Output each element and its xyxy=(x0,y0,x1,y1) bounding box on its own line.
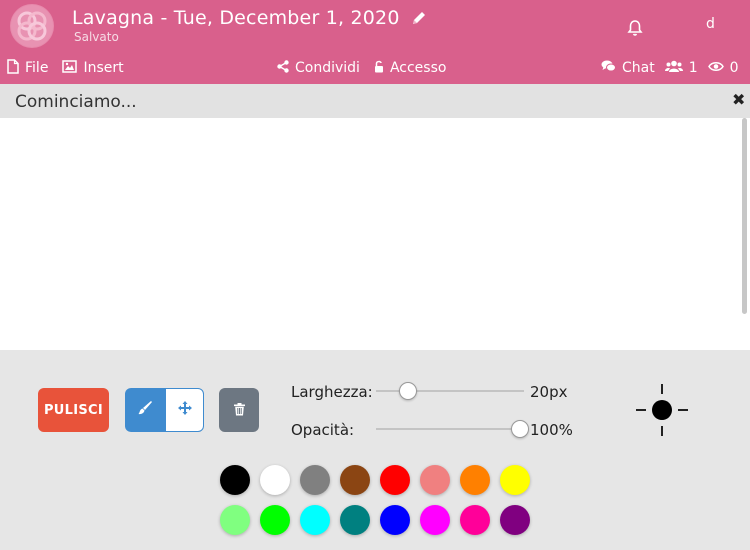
lock-open-icon xyxy=(374,60,384,77)
users-icon xyxy=(664,60,683,77)
chat-button[interactable]: Chat xyxy=(601,60,655,76)
logo-icon xyxy=(10,4,54,48)
color-swatch[interactable] xyxy=(460,465,490,495)
share-icon xyxy=(277,59,289,77)
pencil-icon[interactable] xyxy=(410,9,428,27)
viewers-button[interactable]: 0 xyxy=(707,60,739,76)
file-menu[interactable]: File xyxy=(7,58,49,78)
color-swatch[interactable] xyxy=(380,505,410,535)
top-bar: Lavagna - Tue, December 1, 2020 Salvato … xyxy=(0,0,750,84)
canvas-scrollbar[interactable] xyxy=(742,118,747,314)
move-tool-button[interactable] xyxy=(165,388,204,432)
opacity-slider[interactable] xyxy=(376,428,524,430)
clear-button[interactable]: PULISCI xyxy=(38,388,109,432)
insert-menu-label: Insert xyxy=(83,60,124,76)
chat-label: Chat xyxy=(622,60,655,76)
users-count: 1 xyxy=(688,60,698,76)
users-button[interactable]: 1 xyxy=(664,60,698,77)
color-swatch[interactable] xyxy=(420,505,450,535)
delete-button[interactable] xyxy=(219,388,259,432)
file-icon xyxy=(7,58,19,78)
close-icon[interactable]: ✖ xyxy=(732,90,745,109)
board-title: Cominciamo... xyxy=(15,92,137,112)
brush-icon xyxy=(137,400,153,420)
color-swatch[interactable] xyxy=(220,465,250,495)
viewers-count: 0 xyxy=(729,60,739,76)
file-menu-label: File xyxy=(25,60,49,76)
color-swatch[interactable] xyxy=(260,505,290,535)
share-label: Condividi xyxy=(295,60,360,76)
menu-right: Chat 1 0 xyxy=(601,58,749,78)
chat-icon xyxy=(601,60,616,76)
color-swatch[interactable] xyxy=(460,505,490,535)
share-button[interactable]: Condividi xyxy=(277,59,360,77)
tools-panel xyxy=(0,350,750,550)
move-icon xyxy=(177,400,193,420)
crosshair-icon xyxy=(636,384,688,436)
opacity-slider-thumb[interactable] xyxy=(511,420,529,438)
eye-icon xyxy=(707,60,724,76)
color-swatch[interactable] xyxy=(300,505,330,535)
color-swatch[interactable] xyxy=(340,465,370,495)
board-title-bar: Cominciamo... xyxy=(0,84,750,118)
page-title: Lavagna - Tue, December 1, 2020 xyxy=(72,7,400,29)
insert-menu[interactable]: Insert xyxy=(62,59,124,77)
width-slider-thumb[interactable] xyxy=(399,382,417,400)
menu-left: File Insert xyxy=(7,58,138,78)
color-swatch[interactable] xyxy=(420,465,450,495)
image-icon xyxy=(62,59,78,77)
user-menu[interactable]: d xyxy=(706,16,715,32)
brush-tool-button[interactable] xyxy=(125,388,165,432)
color-swatch[interactable] xyxy=(260,465,290,495)
save-status: Salvato xyxy=(74,30,119,44)
width-value: 20px xyxy=(530,383,568,401)
opacity-label: Opacità: xyxy=(291,421,355,439)
color-swatch[interactable] xyxy=(500,505,530,535)
trash-icon xyxy=(233,401,245,420)
color-swatch[interactable] xyxy=(340,505,370,535)
opacity-value: 100% xyxy=(530,421,573,439)
menu-center: Condividi Accesso xyxy=(277,58,460,78)
color-swatch[interactable] xyxy=(300,465,330,495)
drawing-canvas[interactable] xyxy=(0,118,750,350)
color-swatch[interactable] xyxy=(500,465,530,495)
width-label: Larghezza: xyxy=(291,383,373,401)
access-label: Accesso xyxy=(389,60,447,76)
color-swatch[interactable] xyxy=(220,505,250,535)
bell-icon[interactable] xyxy=(627,19,643,41)
color-swatch[interactable] xyxy=(380,465,410,495)
access-button[interactable]: Accesso xyxy=(374,60,447,77)
